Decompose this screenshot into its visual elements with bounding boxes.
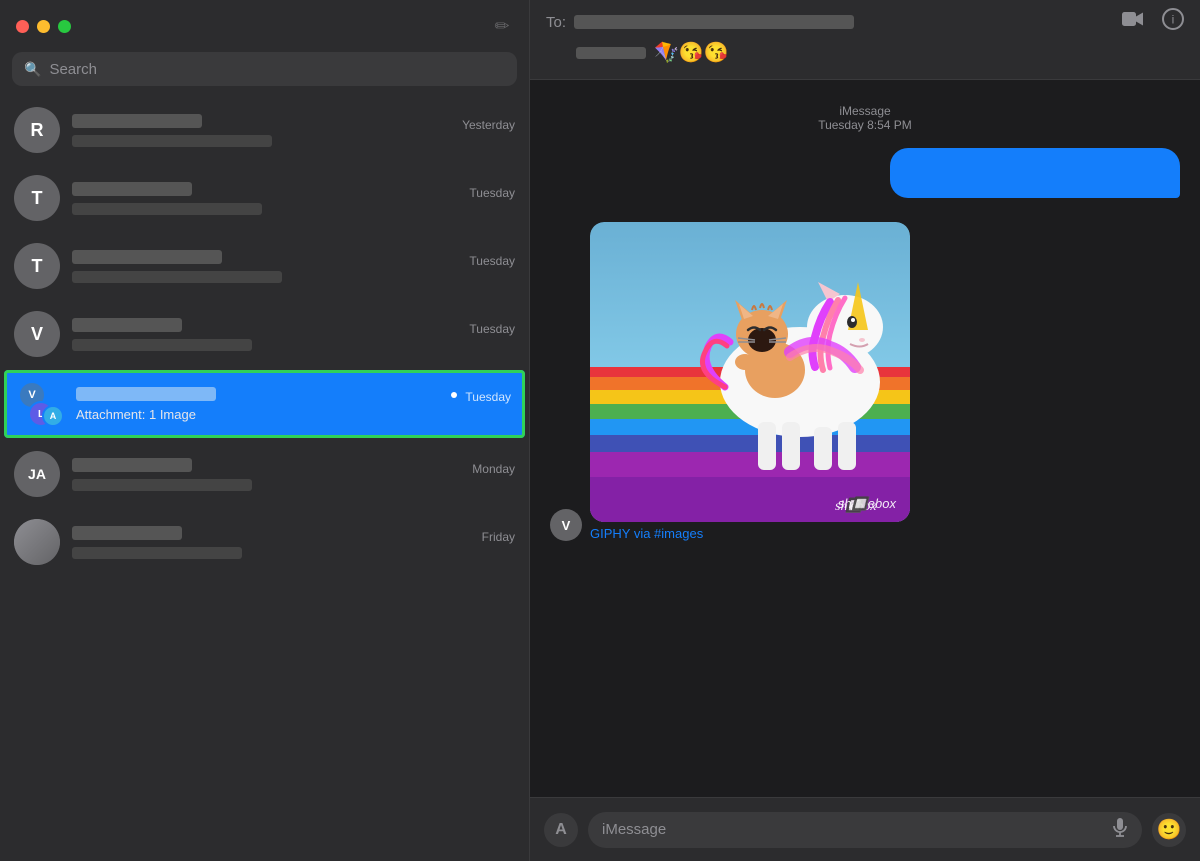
conv-time-t1: Tuesday [469, 182, 515, 200]
chat-header: To: i 🪁😘😘 [530, 0, 1200, 80]
group-name-blur [576, 47, 646, 59]
header-actions: i [1122, 8, 1184, 36]
conv-preview-t1 [72, 203, 262, 215]
avatar-t2: T [14, 243, 60, 289]
conversations-list: R Yesterday T Tuesday T [0, 96, 529, 861]
traffic-lights [16, 20, 71, 33]
conv-meta-v: Tuesday [72, 318, 515, 351]
avatar-r: R [14, 107, 60, 153]
conv-time-ja: Monday [472, 458, 515, 476]
conv-time-photo: Friday [482, 526, 515, 544]
conv-meta-t2: Tuesday [72, 250, 515, 283]
chat-header-top: To: i [546, 8, 1184, 36]
giphy-credit: GIPHY via #images [590, 526, 910, 541]
message-input-bar: A iMessage 🙂 [530, 797, 1200, 861]
conv-time-v: Tuesday [469, 318, 515, 336]
search-icon: 🔍 [24, 61, 41, 78]
search-bar[interactable]: 🔍 Search [12, 52, 517, 86]
avatar-ja: JA [14, 451, 60, 497]
conv-name-t2 [72, 250, 222, 264]
outgoing-message-bubble [890, 148, 1180, 198]
outgoing-message-row [550, 148, 1180, 198]
conv-meta-photo: Friday [72, 526, 515, 559]
header-name-row: 🪁😘😘 [546, 40, 1184, 65]
conv-meta-r: Yesterday [72, 114, 515, 147]
svg-text:i: i [1172, 13, 1175, 27]
group-sub-avatar-a: A [42, 405, 64, 427]
minimize-button[interactable] [37, 20, 50, 33]
emoji-button[interactable]: 🙂 [1152, 813, 1186, 847]
conversation-item-t2[interactable]: T Tuesday [0, 232, 529, 300]
conv-name-group [76, 387, 216, 401]
conv-name-t1 [72, 182, 192, 196]
messages-area: iMessage Tuesday 8:54 PM V [530, 80, 1200, 797]
conv-preview-photo [72, 547, 242, 559]
header-emoji: 🪁😘😘 [654, 40, 729, 65]
sender-avatar-inline: V [550, 509, 582, 541]
compose-button[interactable]: ✏ [491, 15, 513, 37]
conversation-item-t1[interactable]: T Tuesday [0, 164, 529, 232]
conversation-item-r[interactable]: R Yesterday [0, 96, 529, 164]
message-input-field[interactable]: iMessage [588, 812, 1142, 848]
conv-preview-group: Attachment: 1 Image [76, 407, 511, 422]
incoming-image-row: V [550, 222, 1180, 541]
shoebox-watermark: sh🔲ebox [838, 496, 896, 512]
video-call-icon[interactable] [1122, 10, 1146, 34]
conv-name-photo [72, 526, 182, 540]
conversation-item-photo[interactable]: Friday [0, 508, 529, 576]
giphy-image[interactable]: sh 🔲 ebox sh🔲ebox [590, 222, 910, 522]
conversation-item-v[interactable]: V Tuesday [0, 300, 529, 368]
conv-time-r: Yesterday [462, 114, 515, 132]
info-icon[interactable]: i [1162, 8, 1184, 36]
unread-dot [451, 392, 457, 398]
avatar-photo [14, 519, 60, 565]
conv-name-r [72, 114, 202, 128]
conv-preview-t2 [72, 271, 282, 283]
message-timestamp: iMessage Tuesday 8:54 PM [550, 104, 1180, 132]
conv-meta-group: Tuesday Attachment: 1 Image [76, 386, 511, 422]
avatar-v: V [14, 311, 60, 357]
image-message-container: sh 🔲 ebox sh🔲ebox GIPHY via #images [590, 222, 910, 541]
conversation-item-ja[interactable]: JA Monday [0, 440, 529, 508]
audio-record-icon[interactable] [1112, 817, 1128, 842]
to-label: To: [546, 14, 566, 31]
conversation-item-group[interactable]: V L A Tuesday Attachment: 1 Image [4, 370, 525, 438]
close-button[interactable] [16, 20, 29, 33]
conv-name-v [72, 318, 182, 332]
conv-name-ja [72, 458, 192, 472]
conv-preview-ja [72, 479, 252, 491]
emoji-icon: 🙂 [1157, 817, 1182, 842]
to-line: To: [546, 14, 854, 31]
app-store-icon: A [555, 821, 567, 839]
conv-meta-t1: Tuesday [72, 182, 515, 215]
sidebar: ✏ 🔍 Search R Yesterday T Tuesday [0, 0, 530, 861]
conv-meta-ja: Monday [72, 458, 515, 491]
sidebar-titlebar: ✏ [0, 0, 529, 52]
recipient-name-blur [574, 15, 854, 29]
app-store-button[interactable]: A [544, 813, 578, 847]
group-avatar: V L A [18, 381, 64, 427]
search-input[interactable]: Search [49, 61, 97, 78]
avatar-t1: T [14, 175, 60, 221]
fullscreen-button[interactable] [58, 20, 71, 33]
conv-time-t2: Tuesday [469, 250, 515, 268]
conv-preview-r [72, 135, 272, 147]
chat-area: To: i 🪁😘😘 [530, 0, 1200, 861]
message-input-placeholder: iMessage [602, 821, 666, 838]
conv-time-group: Tuesday [465, 386, 511, 404]
conv-preview-v [72, 339, 252, 351]
